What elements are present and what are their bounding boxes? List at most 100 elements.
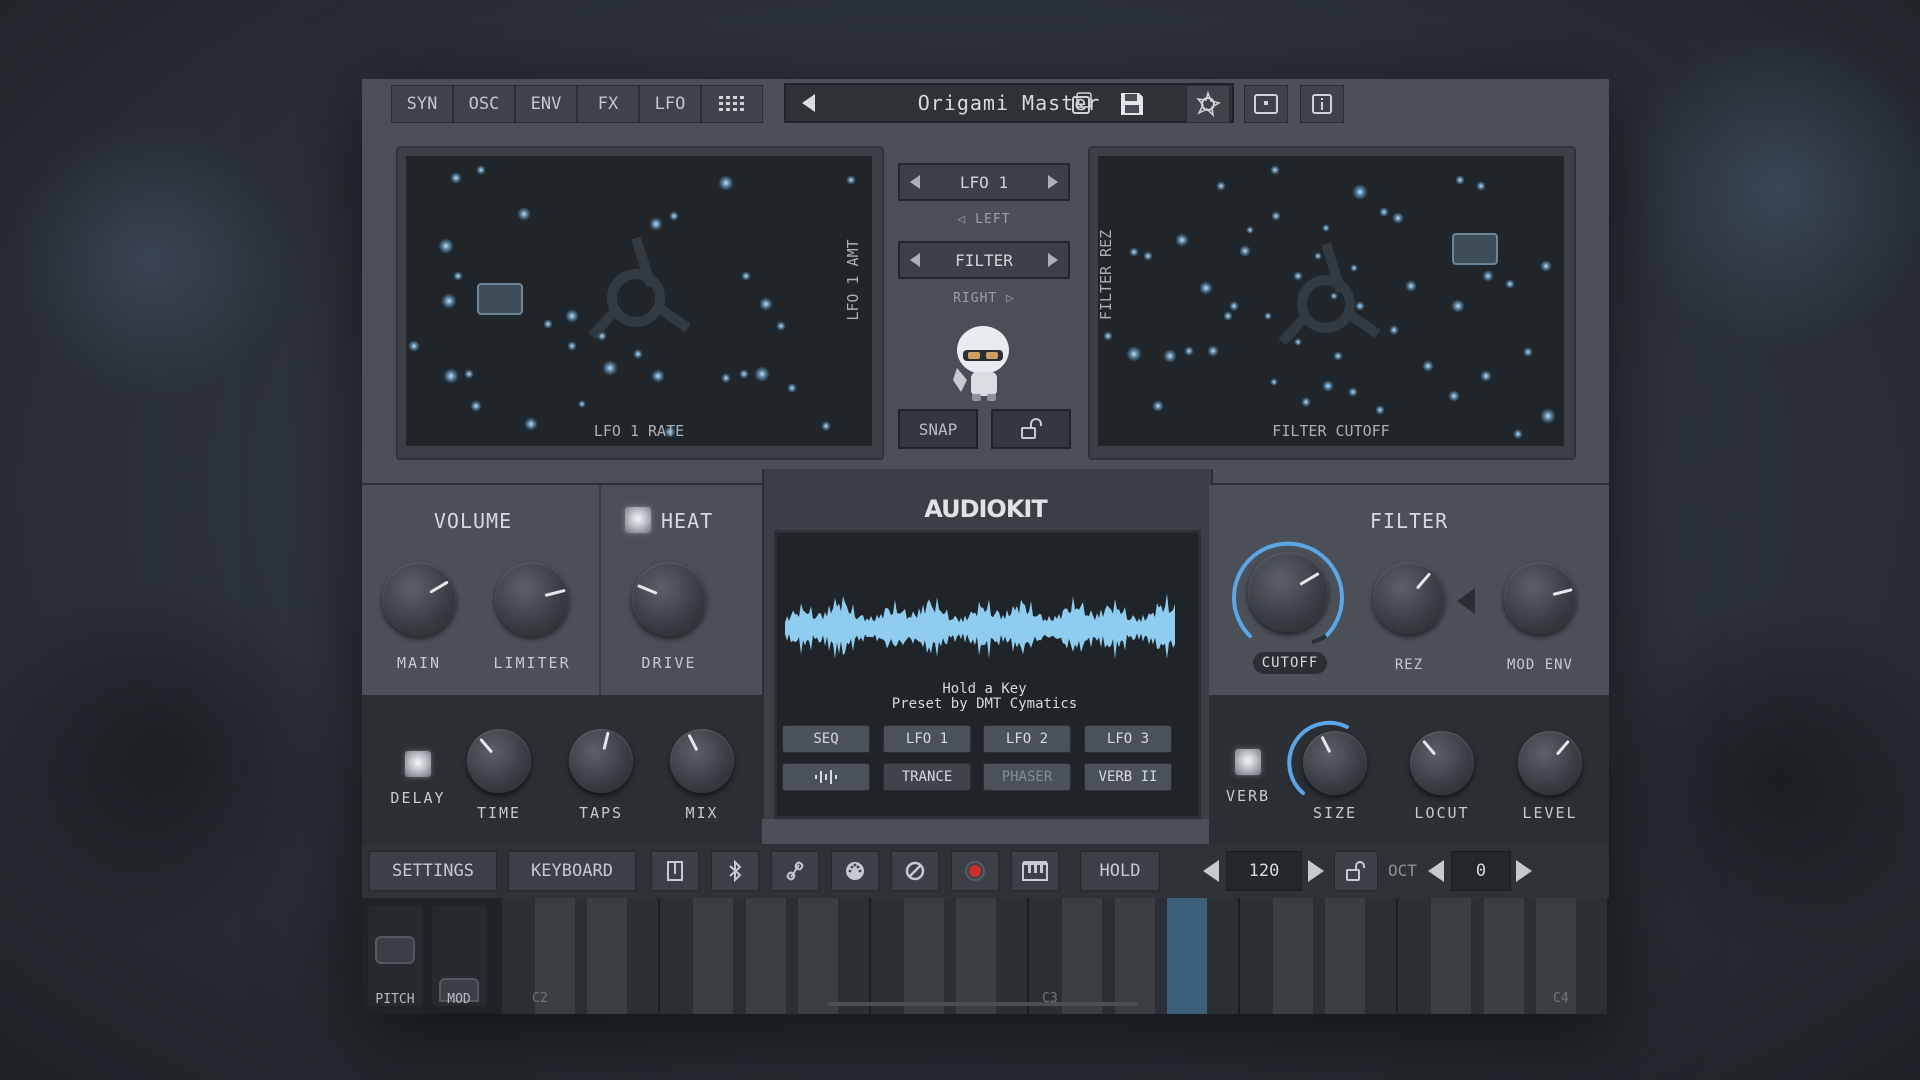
xy-pad-left-frame: LFO 1 RATE LFO 1 AMT xyxy=(396,146,884,460)
save-icon[interactable] xyxy=(1110,85,1154,123)
tempo-up-icon[interactable] xyxy=(1308,860,1324,882)
heat-toggle[interactable] xyxy=(625,507,651,533)
left-target-selector[interactable]: LFO 1 xyxy=(898,163,1070,201)
hold-key-hint: Hold a Key xyxy=(942,681,1027,697)
xy-pad-left[interactable]: LFO 1 RATE LFO 1 AMT xyxy=(406,156,872,446)
waveform xyxy=(785,593,1175,660)
dice-icon[interactable] xyxy=(1060,85,1104,123)
octave-display[interactable]: 0 xyxy=(1451,851,1511,891)
preset-credit: Preset by DMT Cymatics xyxy=(891,696,1078,712)
verb-locut-knob[interactable] xyxy=(1410,731,1474,795)
black-key[interactable] xyxy=(1114,898,1155,1014)
right-target-next-icon[interactable] xyxy=(1047,253,1058,267)
right-target-prev-icon[interactable] xyxy=(910,253,920,267)
midi-button[interactable] xyxy=(831,851,879,891)
grid-icon[interactable] xyxy=(701,85,763,123)
mod-label: MOD xyxy=(447,992,471,1007)
xy-lock-button[interactable] xyxy=(991,409,1071,449)
tab-fx[interactable]: FX xyxy=(577,85,639,123)
mod-env-knob[interactable] xyxy=(1504,562,1576,634)
window-icon[interactable] xyxy=(1244,85,1288,123)
piano-keyboard: PITCH MOD C2 C3 C4 xyxy=(362,898,1609,1014)
delay-mix-label: MIX xyxy=(685,804,719,822)
knob-indicator xyxy=(1416,571,1432,590)
tempo-display[interactable]: 120 xyxy=(1226,851,1302,891)
black-key[interactable] xyxy=(1061,898,1102,1014)
black-key[interactable] xyxy=(1325,898,1366,1014)
tab-lfo[interactable]: LFO xyxy=(639,85,701,123)
bluetooth-button[interactable] xyxy=(711,851,759,891)
trance-button[interactable]: TRANCE xyxy=(883,763,971,791)
lfo2-button[interactable]: LFO 2 xyxy=(983,725,1071,753)
black-key[interactable] xyxy=(1272,898,1313,1014)
snap-button[interactable]: SNAP xyxy=(898,409,978,449)
link-button[interactable] xyxy=(771,851,819,891)
black-key[interactable] xyxy=(956,898,997,1014)
black-key[interactable] xyxy=(692,898,733,1014)
black-key[interactable] xyxy=(798,898,839,1014)
tab-syn[interactable]: SYN xyxy=(391,85,453,123)
delay-toggle[interactable] xyxy=(405,751,431,777)
verb-label: VERB xyxy=(1225,787,1271,805)
xy-right-y-label: FILTER REZ xyxy=(1098,229,1115,321)
verb-toggle[interactable] xyxy=(1235,749,1261,775)
black-key[interactable] xyxy=(1483,898,1524,1014)
verb-size-knob[interactable] xyxy=(1303,731,1367,795)
hold-button[interactable]: HOLD xyxy=(1080,851,1160,891)
tempo-down-icon[interactable] xyxy=(1203,860,1219,882)
pitch-wheel-handle[interactable] xyxy=(375,936,415,964)
waveform-icon xyxy=(815,770,837,784)
cutoff-label: CUTOFF xyxy=(1253,652,1327,674)
knob-indicator xyxy=(478,737,493,754)
drive-knob[interactable] xyxy=(632,562,706,636)
record-button[interactable] xyxy=(951,851,999,891)
right-target-selector[interactable]: FILTER xyxy=(898,241,1070,279)
octave-down-icon[interactable] xyxy=(1428,860,1444,882)
black-key[interactable] xyxy=(1167,898,1208,1014)
tab-osc[interactable]: OSC xyxy=(453,85,515,123)
black-key[interactable] xyxy=(1430,898,1471,1014)
audiokit-logo-icon[interactable] xyxy=(1186,85,1230,123)
limiter-knob[interactable] xyxy=(495,562,569,636)
black-key[interactable] xyxy=(745,898,786,1014)
cutoff-knob[interactable] xyxy=(1248,552,1328,632)
filter-title: FILTER xyxy=(1369,509,1449,533)
info-icon[interactable] xyxy=(1300,85,1344,123)
sequencer-button[interactable] xyxy=(1011,851,1059,891)
mono-toggle-button[interactable] xyxy=(651,851,699,891)
left-target-next-icon[interactable] xyxy=(1047,175,1058,189)
preset-prev-icon[interactable] xyxy=(802,94,815,112)
lfo3-button[interactable]: LFO 3 xyxy=(1084,725,1172,753)
black-key[interactable] xyxy=(587,898,628,1014)
lfo1-button[interactable]: LFO 1 xyxy=(883,725,971,753)
panic-button[interactable] xyxy=(891,851,939,891)
seq-button[interactable]: SEQ xyxy=(782,725,870,753)
xy-right-x-label: FILTER CUTOFF xyxy=(1272,422,1390,440)
tab-env[interactable]: ENV xyxy=(515,85,577,123)
keyboard-scroll-indicator[interactable] xyxy=(828,1002,1138,1006)
rez-knob[interactable] xyxy=(1373,562,1445,634)
keyboard-button[interactable]: KEYBOARD xyxy=(508,851,636,891)
black-key[interactable] xyxy=(903,898,944,1014)
phaser-button[interactable]: PHASER xyxy=(983,763,1071,791)
limiter-label: LIMITER xyxy=(493,654,571,672)
tempo-lock-button[interactable] xyxy=(1334,851,1378,891)
knob-indicator xyxy=(1299,571,1321,586)
main-volume-knob[interactable] xyxy=(382,562,456,636)
pitch-wheel[interactable] xyxy=(368,906,422,1006)
octave-up-icon[interactable] xyxy=(1516,860,1532,882)
mod-env-arrow-icon[interactable] xyxy=(1457,588,1475,614)
waveform-view-button[interactable] xyxy=(782,763,870,791)
verb-level-label: LEVEL xyxy=(1522,804,1578,822)
mod-wheel[interactable] xyxy=(432,906,486,1006)
delay-taps-knob[interactable] xyxy=(569,729,633,793)
verb2-button[interactable]: VERB II xyxy=(1084,763,1172,791)
stop-icon xyxy=(905,861,925,881)
verb-level-knob[interactable] xyxy=(1518,731,1582,795)
xy-pad-right[interactable]: FILTER CUTOFF FILTER REZ xyxy=(1098,156,1564,446)
left-target-prev-icon[interactable] xyxy=(910,175,920,189)
settings-button[interactable]: SETTINGS xyxy=(369,851,497,891)
knob-indicator xyxy=(636,584,658,596)
delay-mix-knob[interactable] xyxy=(670,729,734,793)
delay-time-knob[interactable] xyxy=(467,729,531,793)
